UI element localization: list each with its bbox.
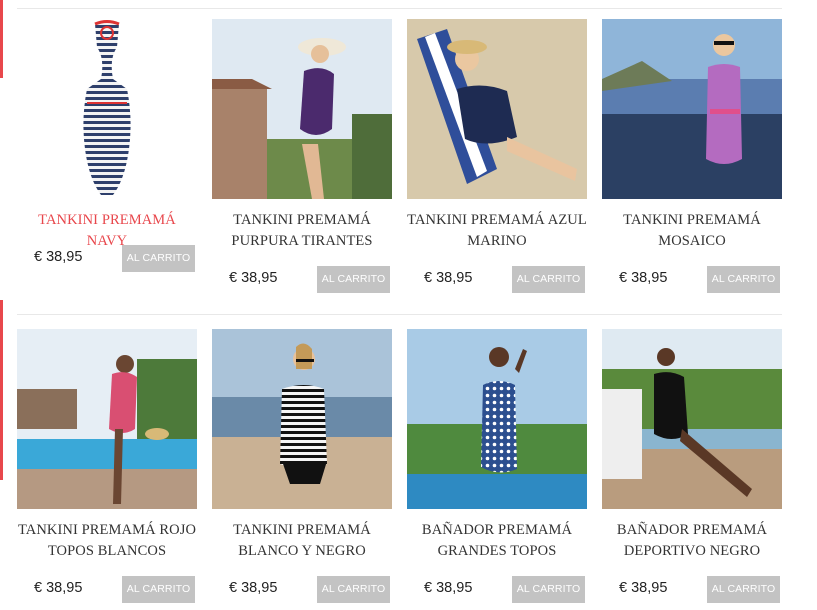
product-title[interactable]: TANKINI PREMAMÁ BLANCO Y NEGRO	[212, 520, 392, 562]
add-to-cart-button[interactable]: AL CARRITO	[512, 576, 585, 603]
product-card: BAÑADOR PREMAMÁ DEPORTIVO NEGRO € 38,95 …	[602, 329, 782, 603]
product-image[interactable]	[212, 19, 392, 199]
product-price: € 38,95	[424, 270, 473, 286]
product-card: TANKINI PREMAMÁ NAVY € 38,95 AL CARRITO	[17, 19, 197, 272]
product-image[interactable]	[602, 329, 782, 509]
product-title[interactable]: TANKINI PREMAMÁ ROJO TOPOS BLANCOS	[17, 520, 197, 562]
product-card: TANKINI PREMAMÁ BLANCO Y NEGRO € 38,95 A…	[212, 329, 392, 603]
product-card: TANKINI PREMAMÁ ROJO TOPOS BLANCOS € 38,…	[17, 329, 197, 603]
add-to-cart-button[interactable]: AL CARRITO	[122, 245, 195, 272]
product-price: € 38,95	[424, 580, 473, 596]
product-title[interactable]: TANKINI PREMAMÁ AZUL MARINO	[407, 210, 587, 252]
product-image[interactable]	[602, 19, 782, 199]
left-accent-bar	[0, 300, 3, 480]
add-to-cart-button[interactable]: AL CARRITO	[707, 266, 780, 293]
add-to-cart-button[interactable]: AL CARRITO	[317, 576, 390, 603]
product-price: € 38,95	[229, 270, 278, 286]
product-image[interactable]	[407, 329, 587, 509]
add-to-cart-button[interactable]: AL CARRITO	[707, 576, 780, 603]
product-title[interactable]: TANKINI PREMAMÁ PURPURA TIRANTES	[212, 210, 392, 252]
product-title[interactable]: TANKINI PREMAMÁ MOSAICO	[602, 210, 782, 252]
add-to-cart-button[interactable]: AL CARRITO	[317, 266, 390, 293]
divider	[17, 314, 782, 315]
product-image[interactable]	[17, 19, 197, 199]
left-accent-bar	[0, 0, 3, 78]
product-card: TANKINI PREMAMÁ PURPURA TIRANTES € 38,95…	[212, 19, 392, 293]
product-image[interactable]	[407, 19, 587, 199]
product-price: € 38,95	[229, 580, 278, 596]
product-image[interactable]	[17, 329, 197, 509]
product-card: TANKINI PREMAMÁ AZUL MARINO € 38,95 AL C…	[407, 19, 587, 293]
product-price: € 38,95	[619, 580, 668, 596]
product-price: € 38,95	[34, 249, 83, 265]
add-to-cart-button[interactable]: AL CARRITO	[122, 576, 195, 603]
product-card: BAÑADOR PREMAMÁ GRANDES TOPOS € 38,95 AL…	[407, 329, 587, 603]
product-title[interactable]: BAÑADOR PREMAMÁ DEPORTIVO NEGRO	[602, 520, 782, 562]
divider	[17, 8, 782, 9]
product-price: € 38,95	[34, 580, 83, 596]
product-image[interactable]	[212, 329, 392, 509]
product-card: TANKINI PREMAMÁ MOSAICO € 38,95 AL CARRI…	[602, 19, 782, 293]
add-to-cart-button[interactable]: AL CARRITO	[512, 266, 585, 293]
product-price: € 38,95	[619, 270, 668, 286]
product-title[interactable]: BAÑADOR PREMAMÁ GRANDES TOPOS	[407, 520, 587, 562]
